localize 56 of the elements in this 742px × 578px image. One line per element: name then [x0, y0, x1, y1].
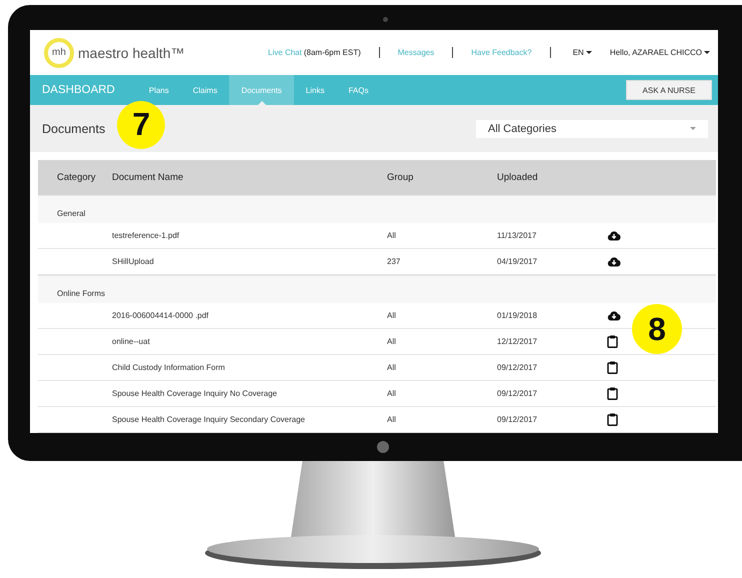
caret-icon [690, 127, 696, 130]
clipboard-icon[interactable] [607, 361, 618, 374]
group-label: General [57, 209, 86, 218]
cloud-download-icon[interactable] [607, 230, 621, 241]
column-header: Document Name [112, 172, 184, 183]
group-cell-text: All [387, 337, 397, 346]
date-cell-text: 09/12/2017 [497, 363, 538, 372]
caret-icon [586, 51, 592, 54]
live-chat-link[interactable]: Live Chat [268, 48, 302, 57]
clipboard-icon[interactable] [607, 413, 618, 426]
nav-tab[interactable]: Claims [180, 75, 230, 105]
feedback-link[interactable]: Have Feedback? [471, 48, 532, 57]
chat-hours: (8am-6pm EST) [304, 48, 361, 57]
nav-tab[interactable]: Links [294, 75, 336, 105]
date-cell-text: 04/19/2017 [497, 257, 538, 266]
cloud-download-icon[interactable] [607, 310, 621, 321]
column-header: Category [57, 172, 97, 183]
group-cell-text: 237 [387, 257, 402, 266]
camera-icon [377, 441, 389, 453]
date-cell-text: 12/12/2017 [497, 337, 538, 346]
clipboard-icon[interactable] [607, 387, 618, 400]
date-cell-text: 09/12/2017 [497, 415, 538, 424]
group-cell-text: All [387, 363, 397, 372]
date-cell-text: 01/19/2018 [497, 311, 538, 320]
document-name: Spouse Health Coverage Inquiry No Coverage [112, 389, 278, 398]
language-dropdown[interactable]: EN [572, 48, 592, 57]
document-name: 2016-006004414-0000 .pdf [112, 311, 210, 320]
brand-name: maestro health™ [78, 44, 185, 60]
column-header: Group [387, 172, 414, 183]
document-name: Spouse Health Coverage Inquiry Secondary Coverage [112, 415, 306, 424]
messages-link[interactable]: Messages [398, 48, 434, 57]
nav-tab[interactable]: FAQs [336, 75, 380, 105]
group-cell-text: All [387, 311, 397, 320]
date-cell-text: 11/13/2017 [497, 231, 538, 240]
document-name: SHillUpload [112, 257, 155, 266]
date-cell-text: 09/12/2017 [497, 389, 538, 398]
category-dropdown[interactable]: All Categories [476, 120, 708, 138]
document-name: testreference-1.pdf [112, 231, 180, 240]
clipboard-icon[interactable] [607, 335, 618, 348]
step-badge: 7 [117, 100, 166, 148]
document-name: Child Custody Information Form [112, 363, 226, 372]
page-title: Documents [42, 122, 106, 136]
logo-mark: mh [44, 38, 74, 68]
group-cell-text: All [387, 231, 397, 240]
caret-icon [704, 51, 710, 54]
group-cell-text: All [387, 389, 397, 398]
group-cell-text: All [387, 415, 397, 424]
column-header: Uploaded [497, 172, 539, 183]
step-badge: 8 [632, 304, 682, 354]
group-label: Online Forms [57, 289, 106, 298]
document-name: online--uat [112, 337, 151, 346]
camera-icon [383, 17, 388, 22]
ask-a-nurse-button[interactable]: ASK A NURSE [626, 80, 712, 100]
nav-tab[interactable]: Documents [229, 75, 294, 105]
cloud-download-icon[interactable] [607, 256, 621, 267]
user-menu[interactable]: Hello, AZARAEL CHICCO [610, 48, 710, 57]
